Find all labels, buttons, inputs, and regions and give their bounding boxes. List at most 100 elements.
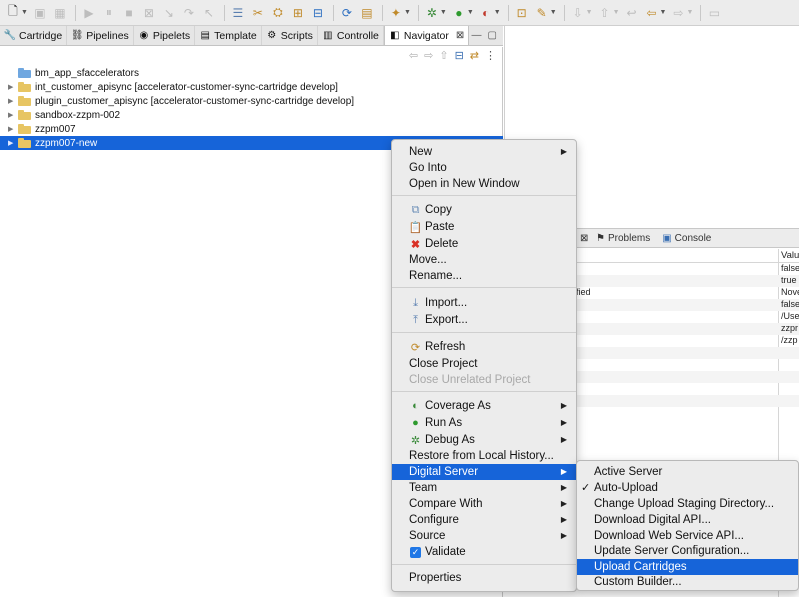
tab-pipelets[interactable]: ◉ Pipelets [134, 26, 196, 45]
save-all-icon[interactable]: ▦ [51, 4, 69, 22]
tab-scripts[interactable]: ⚙ Scripts [262, 26, 318, 45]
package-icon[interactable]: ⊞ [289, 4, 307, 22]
step-into-icon[interactable]: ↘ [160, 4, 178, 22]
expand-arrow-icon[interactable]: ▶ [8, 97, 18, 105]
minimize-icon[interactable]: — [472, 30, 482, 41]
resume-icon[interactable]: ▶ [80, 4, 98, 22]
navigator-toolbar: ⇦ ⇨ ⇧ ⊟ ⇄ ⋮ [409, 49, 496, 62]
tab-navigator[interactable]: ◧ Navigator ⊠ [383, 26, 470, 45]
step-over-icon[interactable]: ↷ [180, 4, 198, 22]
view-menu-icon[interactable]: ⋮ [485, 49, 496, 62]
task-icon[interactable]: ☰ [229, 4, 247, 22]
menu-restore-local-history[interactable]: Restore from Local History... [392, 448, 576, 464]
run-icon[interactable]: ● [450, 4, 468, 22]
tree-item[interactable]: ▶ zzpm007 [0, 122, 503, 136]
submenu-download-web-service-api[interactable]: Download Web Service API... [577, 528, 798, 544]
terminate-icon[interactable]: ■ [120, 4, 138, 22]
menu-source[interactable]: Source ▶ [392, 528, 576, 544]
submenu-auto-upload[interactable]: ✓ Auto-Upload [577, 480, 798, 496]
tree-item[interactable]: bm_app_sfaccelerators [0, 66, 503, 80]
menu-validate[interactable]: ✓ Validate [392, 544, 576, 560]
menu-close-project[interactable]: Close Project [392, 356, 576, 372]
tab-cartridge[interactable]: 🔧 Cartridge [0, 26, 68, 45]
menu-import[interactable]: ⤓ Import... [392, 295, 576, 311]
forward-icon[interactable]: ⇨ [669, 4, 687, 22]
tools-icon[interactable]: ✂ [249, 4, 267, 22]
menu-paste[interactable]: 📋 Paste [392, 219, 576, 235]
submenu-active-server[interactable]: Active Server [577, 464, 798, 480]
pin-editor-icon[interactable]: ▭ [705, 4, 723, 22]
submenu-update-server-configuration[interactable]: Update Server Configuration... [577, 543, 798, 559]
tab-close-icon[interactable]: ⊠ [580, 233, 588, 244]
expand-arrow-icon[interactable]: ▶ [8, 83, 18, 91]
coverage-icon[interactable]: ◐ [477, 4, 495, 22]
submenu-custom-builder[interactable]: Custom Builder... [577, 574, 798, 590]
tree-item[interactable]: ▶ sandbox-zzpm-002 [0, 108, 503, 122]
menu-close-unrelated-project[interactable]: Close Unrelated Project [392, 372, 576, 388]
menu-debug-as[interactable]: ✲ Debug As ▶ [392, 432, 576, 448]
back-icon[interactable]: ⇦ [643, 4, 661, 22]
property-key: fied [576, 287, 591, 297]
deploy-icon[interactable]: ⊟ [309, 4, 327, 22]
menu-export[interactable]: ⤒ Export... [392, 312, 576, 328]
link-editor-icon[interactable]: ⇄ [470, 49, 479, 62]
tab-template[interactable]: ▤ Template [195, 26, 262, 45]
open-type-icon[interactable]: ⊡ [513, 4, 531, 22]
debug-icon[interactable]: ✲ [423, 4, 441, 22]
last-edit-icon[interactable]: ↩ [623, 4, 641, 22]
menu-rename[interactable]: Rename... [392, 268, 576, 284]
tab-problems[interactable]: ⚑ Problems [596, 233, 650, 244]
up-icon[interactable]: ⇧ [439, 49, 448, 62]
tab-console[interactable]: ▣ Console [662, 233, 711, 244]
submenu-upload-cartridges[interactable]: Upload Cartridges [577, 559, 798, 575]
tree-item[interactable]: ▶ plugin_customer_apisync [accelerator-cu… [0, 94, 503, 108]
property-value: zzpr [781, 323, 799, 333]
submenu-download-digital-api[interactable]: Download Digital API... [577, 512, 798, 528]
menu-properties[interactable]: Properties [392, 570, 576, 586]
maximize-icon[interactable]: ▢ [488, 30, 497, 41]
menu-configure[interactable]: Configure ▶ [392, 512, 576, 528]
export-icon: ⤒ [413, 313, 418, 326]
menu-copy[interactable]: ⧉ Copy [392, 202, 576, 218]
menu-run-as[interactable]: ● Run As ▶ [392, 415, 576, 431]
forward-icon[interactable]: ⇨ [424, 49, 433, 62]
search-icon[interactable]: ✎ [533, 4, 551, 22]
tab-pipelines[interactable]: ⛓ Pipelines [67, 26, 134, 45]
close-icon[interactable]: ⊠ [456, 30, 464, 41]
menu-go-into[interactable]: Go Into [392, 160, 576, 176]
checkmark-icon: ✓ [581, 482, 591, 494]
menu-digital-server[interactable]: Digital Server ▶ [392, 464, 576, 480]
tree-item[interactable]: ▶ int_customer_apisync [accelerator-custo… [0, 80, 503, 94]
menu-open-new-window[interactable]: Open in New Window [392, 176, 576, 192]
sync-icon[interactable]: ⟳ [338, 4, 356, 22]
menu-new[interactable]: New ▶ [392, 144, 576, 160]
menu-compare-with[interactable]: Compare With ▶ [392, 496, 576, 512]
build-icon[interactable]: ⛭ [269, 4, 287, 22]
expand-arrow-icon[interactable]: ▶ [8, 139, 18, 147]
server-icon[interactable]: ▤ [358, 4, 376, 22]
suspend-icon[interactable]: ⏸ [100, 4, 118, 22]
paste-icon: 📋 [408, 221, 423, 234]
prev-annotation-icon[interactable]: ⇧ [596, 4, 614, 22]
menu-team[interactable]: Team ▶ [392, 480, 576, 496]
menu-refresh[interactable]: ⟳ Refresh [392, 339, 576, 355]
cluster-icon[interactable]: ✦ [387, 4, 405, 22]
menu-coverage-as[interactable]: ◐ Coverage As ▶ [392, 398, 576, 414]
step-return-icon[interactable]: ↖ [200, 4, 218, 22]
template-icon: ▤ [200, 30, 210, 41]
next-annotation-icon[interactable]: ⇩ [569, 4, 587, 22]
collapse-all-icon[interactable]: ⊟ [455, 49, 464, 62]
save-icon[interactable]: ▣ [31, 4, 49, 22]
new-wizard-icon[interactable]: 🗋 [4, 4, 22, 22]
expand-arrow-icon[interactable]: ▶ [8, 111, 18, 119]
expand-arrow-icon[interactable]: ▶ [8, 125, 18, 133]
menu-delete[interactable]: ✖ Delete [392, 236, 576, 252]
context-menu: New ▶ Go Into Open in New Window ⧉ Copy 📋 P… [391, 139, 577, 592]
menu-move[interactable]: Move... [392, 252, 576, 268]
new-dropdown-icon[interactable]: ▼ [21, 9, 28, 16]
submenu-change-staging-directory[interactable]: Change Upload Staging Directory... [577, 496, 798, 512]
tab-controlle[interactable]: ▥ Controlle [318, 26, 384, 45]
back-icon[interactable]: ⇦ [409, 49, 418, 62]
disconnect-icon[interactable]: ⊠ [140, 4, 158, 22]
folder-icon [18, 68, 31, 78]
